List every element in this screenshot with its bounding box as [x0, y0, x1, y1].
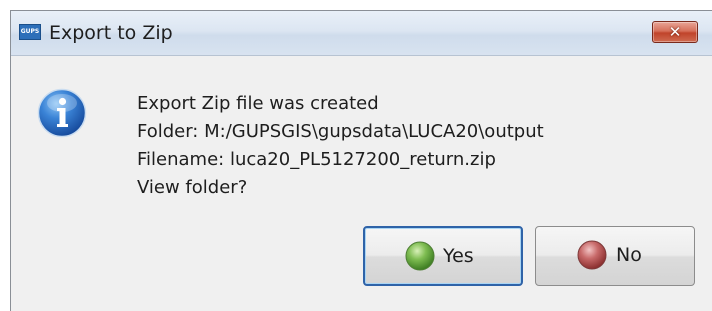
message-line-status: Export Zip file was created — [137, 93, 379, 114]
green-orb-icon — [405, 241, 435, 271]
no-button[interactable]: No — [535, 226, 695, 286]
message-line-question: View folder? — [137, 177, 248, 198]
message-text: Export Zip file was created Folder: M:/G… — [137, 90, 544, 202]
message-line-filename: Filename: luca20_PL5127200_return.zip — [137, 149, 496, 170]
yes-button-label: Yes — [443, 245, 474, 267]
message-line-folder: Folder: M:/GUPSGIS\gupsdata\LUCA20\outpu… — [137, 121, 544, 142]
window-title: Export to Zip — [49, 22, 173, 44]
close-icon: ✕ — [668, 23, 682, 41]
dialog-content: Export Zip file was created Folder: M:/G… — [11, 56, 712, 311]
information-icon — [37, 88, 87, 138]
close-button[interactable]: ✕ — [652, 21, 698, 43]
export-zip-dialog: GUPS Export to Zip ✕ Export Zip file was… — [10, 10, 712, 311]
yes-button[interactable]: Yes — [363, 226, 523, 286]
red-orb-icon — [577, 240, 607, 270]
no-button-label: No — [616, 244, 642, 266]
gups-app-icon: GUPS — [19, 24, 41, 40]
title-bar[interactable]: GUPS Export to Zip ✕ — [11, 11, 712, 56]
